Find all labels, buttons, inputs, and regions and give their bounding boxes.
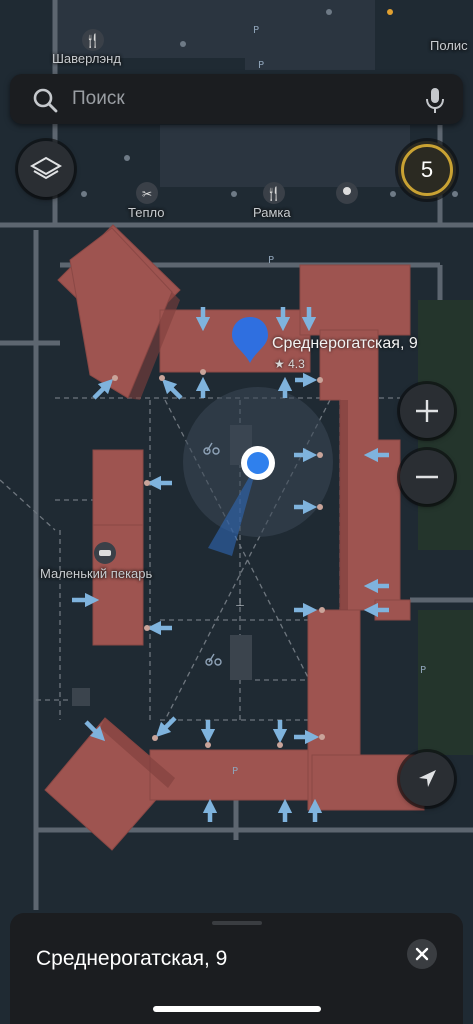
zoom-out-button[interactable] <box>400 450 454 504</box>
traffic-level: 5 <box>420 157 434 182</box>
search-bar[interactable]: Поиск <box>10 74 463 124</box>
map-label-teplo[interactable]: Тепло <box>128 205 164 220</box>
bakery-icon[interactable] <box>94 542 116 564</box>
sheet-grabber[interactable] <box>212 921 262 925</box>
bicycle-icon <box>203 442 220 455</box>
user-location-icon <box>241 446 275 480</box>
close-button[interactable] <box>407 939 437 969</box>
restaurant-icon[interactable]: 🍴 <box>82 29 104 51</box>
parking-icon: P <box>232 766 238 777</box>
shop-icon[interactable]: ✂ <box>136 182 158 204</box>
layers-icon <box>30 156 62 180</box>
map-label-polis[interactable]: Полис <box>430 38 468 53</box>
svg-text:🍴: 🍴 <box>266 186 282 202</box>
parking-icon: P <box>253 25 259 36</box>
zoom-in-button[interactable] <box>400 384 454 438</box>
traffic-button[interactable]: 5 <box>398 141 456 199</box>
map-label-ramka[interactable]: Рамка <box>253 205 291 220</box>
sheet-title: Среднерогатская, 9 <box>36 947 228 970</box>
cafe-icon[interactable] <box>336 182 358 204</box>
poi-name[interactable]: Среднерогатская, 9 <box>272 335 418 353</box>
layers-button[interactable] <box>18 141 74 197</box>
svg-text:🍴: 🍴 <box>85 33 101 49</box>
locate-arrow-icon <box>419 770 436 787</box>
zoom-out-icon <box>416 475 438 479</box>
pin-icon[interactable] <box>230 315 270 365</box>
map-label-shaverlend[interactable]: Шаверлэнд <box>52 51 121 66</box>
home-indicator <box>153 1006 321 1012</box>
search-icon <box>33 88 58 113</box>
restaurant-icon[interactable]: 🍴 <box>263 182 285 204</box>
parking-icon: P <box>268 255 274 266</box>
svg-text:✂: ✂ <box>142 187 152 201</box>
poi-rating: ★ 4.3 <box>274 357 305 371</box>
bicycle-icon <box>205 653 222 666</box>
mic-icon[interactable] <box>425 86 445 114</box>
locate-button[interactable] <box>400 752 454 806</box>
parking-icon: P <box>420 665 426 676</box>
close-icon <box>415 947 429 961</box>
zoom-in-icon <box>416 400 438 422</box>
map-label-bakery[interactable]: Маленький пекарь <box>40 566 152 581</box>
search-input[interactable]: Поиск <box>72 88 125 110</box>
parking-icon: P <box>258 60 264 71</box>
playground-icon: ⊥ <box>235 597 245 609</box>
